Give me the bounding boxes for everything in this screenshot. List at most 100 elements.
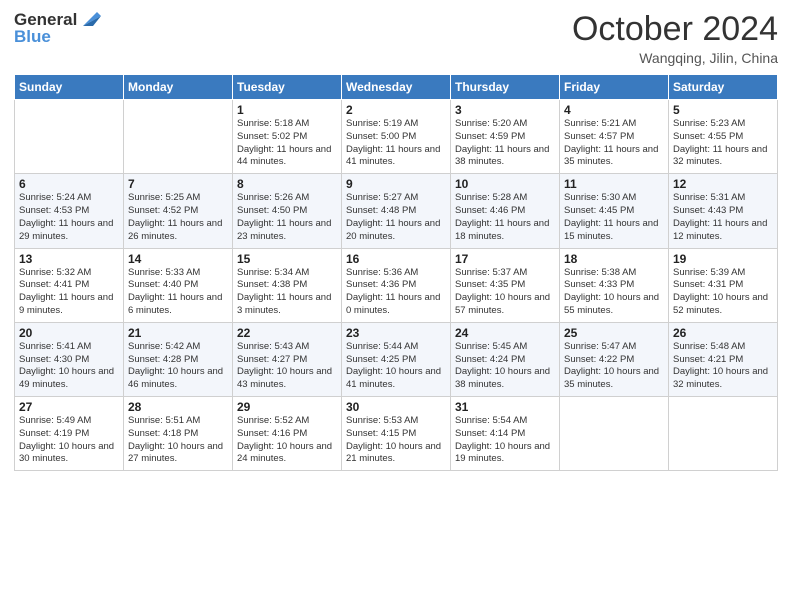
day-cell: 6Sunrise: 5:24 AMSunset: 4:53 PMDaylight…: [15, 174, 124, 248]
day-info: Sunrise: 5:37 AMSunset: 4:35 PMDaylight:…: [455, 267, 555, 318]
day-number: 1: [237, 103, 337, 117]
day-number: 31: [455, 400, 555, 414]
day-info: Sunrise: 5:39 AMSunset: 4:31 PMDaylight:…: [673, 267, 773, 318]
day-cell: 5Sunrise: 5:23 AMSunset: 4:55 PMDaylight…: [669, 100, 778, 174]
day-info: Sunrise: 5:23 AMSunset: 4:55 PMDaylight:…: [673, 118, 773, 169]
day-cell: 29Sunrise: 5:52 AMSunset: 4:16 PMDayligh…: [233, 397, 342, 471]
day-cell: 1Sunrise: 5:18 AMSunset: 5:02 PMDaylight…: [233, 100, 342, 174]
day-header-monday: Monday: [124, 75, 233, 100]
day-info: Sunrise: 5:27 AMSunset: 4:48 PMDaylight:…: [346, 192, 446, 243]
day-info: Sunrise: 5:21 AMSunset: 4:57 PMDaylight:…: [564, 118, 664, 169]
day-cell: [669, 397, 778, 471]
day-cell: 4Sunrise: 5:21 AMSunset: 4:57 PMDaylight…: [560, 100, 669, 174]
logo-icon: [79, 8, 101, 30]
day-number: 7: [128, 177, 228, 191]
day-cell: 19Sunrise: 5:39 AMSunset: 4:31 PMDayligh…: [669, 248, 778, 322]
day-number: 19: [673, 252, 773, 266]
day-number: 27: [19, 400, 119, 414]
day-cell: 8Sunrise: 5:26 AMSunset: 4:50 PMDaylight…: [233, 174, 342, 248]
day-cell: 26Sunrise: 5:48 AMSunset: 4:21 PMDayligh…: [669, 322, 778, 396]
day-info: Sunrise: 5:43 AMSunset: 4:27 PMDaylight:…: [237, 341, 337, 392]
day-info: Sunrise: 5:20 AMSunset: 4:59 PMDaylight:…: [455, 118, 555, 169]
day-info: Sunrise: 5:24 AMSunset: 4:53 PMDaylight:…: [19, 192, 119, 243]
day-cell: 20Sunrise: 5:41 AMSunset: 4:30 PMDayligh…: [15, 322, 124, 396]
day-number: 4: [564, 103, 664, 117]
day-info: Sunrise: 5:52 AMSunset: 4:16 PMDaylight:…: [237, 415, 337, 466]
day-number: 3: [455, 103, 555, 117]
day-header-wednesday: Wednesday: [342, 75, 451, 100]
day-info: Sunrise: 5:41 AMSunset: 4:30 PMDaylight:…: [19, 341, 119, 392]
day-cell: 13Sunrise: 5:32 AMSunset: 4:41 PMDayligh…: [15, 248, 124, 322]
day-number: 24: [455, 326, 555, 340]
day-cell: 16Sunrise: 5:36 AMSunset: 4:36 PMDayligh…: [342, 248, 451, 322]
day-cell: [124, 100, 233, 174]
day-cell: [15, 100, 124, 174]
day-cell: 18Sunrise: 5:38 AMSunset: 4:33 PMDayligh…: [560, 248, 669, 322]
day-number: 22: [237, 326, 337, 340]
day-number: 17: [455, 252, 555, 266]
day-info: Sunrise: 5:36 AMSunset: 4:36 PMDaylight:…: [346, 267, 446, 318]
week-row-1: 1Sunrise: 5:18 AMSunset: 5:02 PMDaylight…: [15, 100, 778, 174]
day-cell: 15Sunrise: 5:34 AMSunset: 4:38 PMDayligh…: [233, 248, 342, 322]
day-info: Sunrise: 5:48 AMSunset: 4:21 PMDaylight:…: [673, 341, 773, 392]
day-info: Sunrise: 5:44 AMSunset: 4:25 PMDaylight:…: [346, 341, 446, 392]
day-info: Sunrise: 5:38 AMSunset: 4:33 PMDaylight:…: [564, 267, 664, 318]
day-cell: 23Sunrise: 5:44 AMSunset: 4:25 PMDayligh…: [342, 322, 451, 396]
day-number: 21: [128, 326, 228, 340]
day-info: Sunrise: 5:33 AMSunset: 4:40 PMDaylight:…: [128, 267, 228, 318]
day-number: 23: [346, 326, 446, 340]
day-info: Sunrise: 5:34 AMSunset: 4:38 PMDaylight:…: [237, 267, 337, 318]
day-number: 26: [673, 326, 773, 340]
day-header-saturday: Saturday: [669, 75, 778, 100]
day-cell: [560, 397, 669, 471]
header-row: SundayMondayTuesdayWednesdayThursdayFrid…: [15, 75, 778, 100]
calendar-table: SundayMondayTuesdayWednesdayThursdayFrid…: [14, 74, 778, 471]
day-header-tuesday: Tuesday: [233, 75, 342, 100]
day-header-thursday: Thursday: [451, 75, 560, 100]
day-cell: 24Sunrise: 5:45 AMSunset: 4:24 PMDayligh…: [451, 322, 560, 396]
day-cell: 28Sunrise: 5:51 AMSunset: 4:18 PMDayligh…: [124, 397, 233, 471]
day-header-friday: Friday: [560, 75, 669, 100]
location-title: Wangqing, Jilin, China: [572, 50, 778, 66]
day-number: 14: [128, 252, 228, 266]
day-cell: 14Sunrise: 5:33 AMSunset: 4:40 PMDayligh…: [124, 248, 233, 322]
day-cell: 27Sunrise: 5:49 AMSunset: 4:19 PMDayligh…: [15, 397, 124, 471]
day-cell: 2Sunrise: 5:19 AMSunset: 5:00 PMDaylight…: [342, 100, 451, 174]
week-row-5: 27Sunrise: 5:49 AMSunset: 4:19 PMDayligh…: [15, 397, 778, 471]
day-number: 8: [237, 177, 337, 191]
day-cell: 3Sunrise: 5:20 AMSunset: 4:59 PMDaylight…: [451, 100, 560, 174]
day-info: Sunrise: 5:18 AMSunset: 5:02 PMDaylight:…: [237, 118, 337, 169]
day-info: Sunrise: 5:42 AMSunset: 4:28 PMDaylight:…: [128, 341, 228, 392]
day-number: 30: [346, 400, 446, 414]
day-cell: 31Sunrise: 5:54 AMSunset: 4:14 PMDayligh…: [451, 397, 560, 471]
day-info: Sunrise: 5:19 AMSunset: 5:00 PMDaylight:…: [346, 118, 446, 169]
day-number: 2: [346, 103, 446, 117]
day-number: 15: [237, 252, 337, 266]
title-block: October 2024 Wangqing, Jilin, China: [572, 10, 778, 66]
day-info: Sunrise: 5:31 AMSunset: 4:43 PMDaylight:…: [673, 192, 773, 243]
day-info: Sunrise: 5:54 AMSunset: 4:14 PMDaylight:…: [455, 415, 555, 466]
day-number: 18: [564, 252, 664, 266]
day-info: Sunrise: 5:51 AMSunset: 4:18 PMDaylight:…: [128, 415, 228, 466]
day-cell: 25Sunrise: 5:47 AMSunset: 4:22 PMDayligh…: [560, 322, 669, 396]
day-number: 16: [346, 252, 446, 266]
day-number: 12: [673, 177, 773, 191]
day-info: Sunrise: 5:32 AMSunset: 4:41 PMDaylight:…: [19, 267, 119, 318]
day-cell: 12Sunrise: 5:31 AMSunset: 4:43 PMDayligh…: [669, 174, 778, 248]
day-number: 28: [128, 400, 228, 414]
day-number: 25: [564, 326, 664, 340]
day-cell: 9Sunrise: 5:27 AMSunset: 4:48 PMDaylight…: [342, 174, 451, 248]
day-cell: 22Sunrise: 5:43 AMSunset: 4:27 PMDayligh…: [233, 322, 342, 396]
day-cell: 17Sunrise: 5:37 AMSunset: 4:35 PMDayligh…: [451, 248, 560, 322]
day-number: 6: [19, 177, 119, 191]
day-cell: 11Sunrise: 5:30 AMSunset: 4:45 PMDayligh…: [560, 174, 669, 248]
day-info: Sunrise: 5:45 AMSunset: 4:24 PMDaylight:…: [455, 341, 555, 392]
day-info: Sunrise: 5:53 AMSunset: 4:15 PMDaylight:…: [346, 415, 446, 466]
day-cell: 30Sunrise: 5:53 AMSunset: 4:15 PMDayligh…: [342, 397, 451, 471]
day-number: 11: [564, 177, 664, 191]
day-info: Sunrise: 5:25 AMSunset: 4:52 PMDaylight:…: [128, 192, 228, 243]
day-number: 20: [19, 326, 119, 340]
day-info: Sunrise: 5:30 AMSunset: 4:45 PMDaylight:…: [564, 192, 664, 243]
day-number: 13: [19, 252, 119, 266]
logo: General Blue: [14, 10, 101, 47]
